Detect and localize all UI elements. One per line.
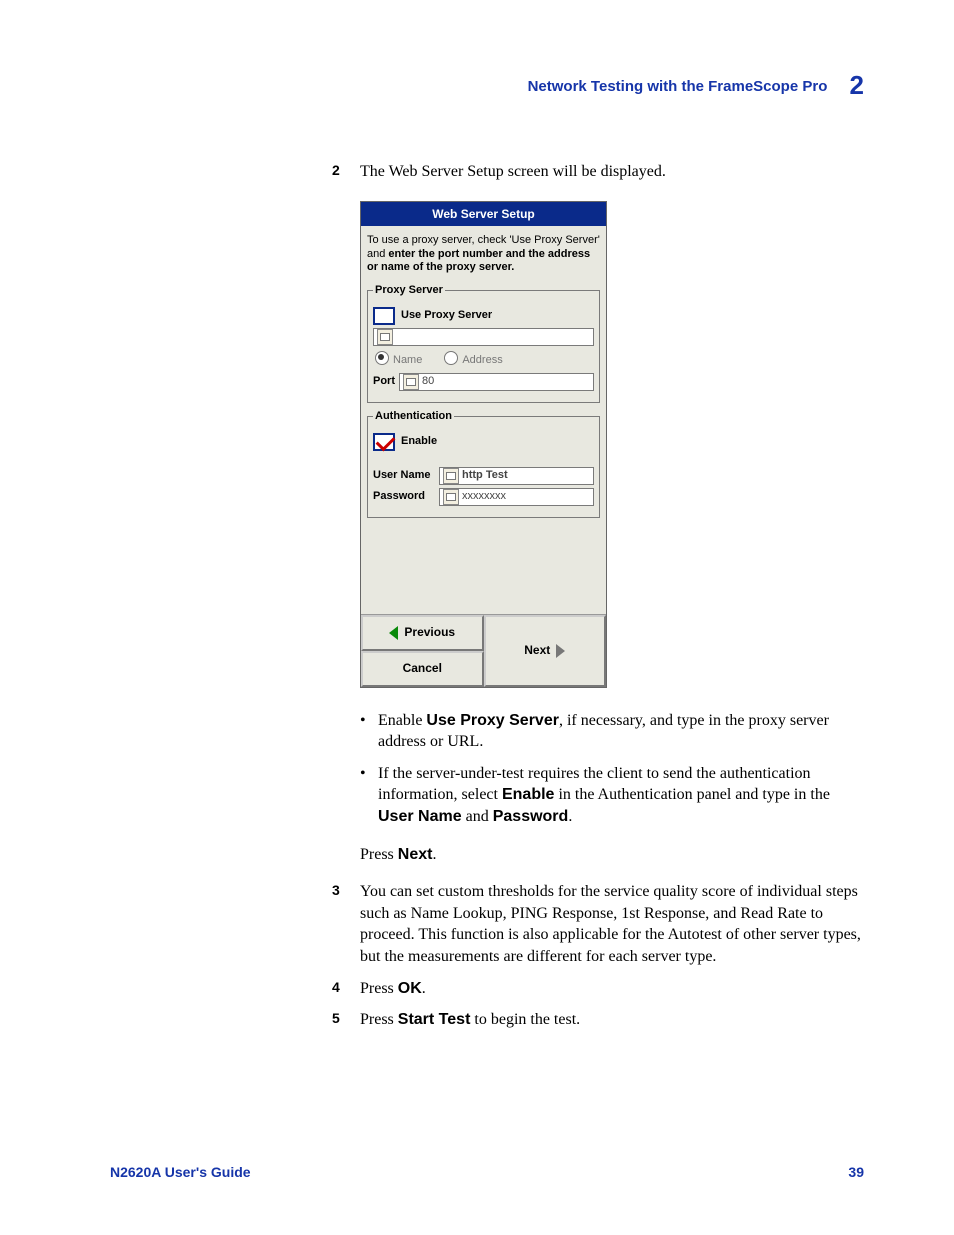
press-next: Press Next. (360, 844, 864, 866)
footer-guide: N2620A User's Guide (110, 1164, 251, 1180)
screen-body: To use a proxy server, check 'Use Proxy … (361, 226, 606, 614)
header-title: Network Testing with the FrameScope Pro (528, 78, 828, 95)
authentication-group: Authentication Enable User Name http Tes… (367, 409, 600, 518)
name-radio-option[interactable]: Name (375, 351, 422, 368)
cancel-button[interactable]: Cancel (361, 651, 484, 687)
port-input[interactable]: 80 (399, 373, 594, 391)
step-3-num: 3 (332, 881, 340, 900)
step-5: 5 Press Start Test to begin the test. (360, 1009, 864, 1031)
page-header: Network Testing with the FrameScope Pro … (110, 70, 864, 101)
arrow-right-icon (556, 644, 565, 658)
step-3: 3 You can set custom thresholds for the … (360, 881, 864, 967)
keyboard-icon (443, 489, 459, 505)
username-input[interactable]: http Test (439, 467, 594, 485)
web-server-setup-screen: Web Server Setup To use a proxy server, … (360, 201, 607, 688)
instruction-text: To use a proxy server, check 'Use Proxy … (367, 234, 600, 275)
username-label: User Name (373, 468, 435, 483)
bullet-2: If the server-under-test requires the cl… (360, 763, 864, 828)
bullet-list: Enable Use Proxy Server, if necessary, a… (360, 710, 864, 828)
step-2-text: The Web Server Setup screen will be disp… (360, 163, 666, 180)
keyboard-icon (377, 329, 393, 345)
step-4-num: 4 (332, 978, 340, 997)
embedded-screenshot: Web Server Setup To use a proxy server, … (360, 201, 864, 688)
use-proxy-checkbox[interactable] (373, 307, 395, 325)
proxy-legend: Proxy Server (373, 283, 445, 298)
arrow-left-icon (389, 626, 398, 640)
keyboard-icon (403, 374, 419, 390)
screen-title: Web Server Setup (361, 202, 606, 226)
step-2-num: 2 (332, 161, 340, 180)
page: Network Testing with the FrameScope Pro … (0, 0, 954, 1235)
proxy-server-group: Proxy Server Use Proxy Server Name Addre… (367, 283, 600, 403)
footer-page: 39 (848, 1164, 864, 1180)
password-input[interactable]: xxxxxxxx (439, 488, 594, 506)
address-radio-option[interactable]: Address (444, 351, 502, 368)
password-label: Password (373, 489, 435, 504)
page-footer: N2620A User's Guide 39 (110, 1164, 864, 1180)
keyboard-icon (443, 468, 459, 484)
radio-icon (444, 351, 458, 365)
chapter-number: 2 (850, 70, 864, 100)
port-label: Port (373, 374, 395, 389)
enable-label: Enable (401, 434, 437, 449)
step-5-num: 5 (332, 1009, 340, 1028)
step-3-text: You can set custom thresholds for the se… (360, 883, 861, 965)
radio-icon (375, 351, 389, 365)
proxy-address-input[interactable] (373, 328, 594, 346)
enable-auth-checkbox[interactable] (373, 433, 395, 451)
previous-button[interactable]: Previous (361, 615, 484, 651)
auth-legend: Authentication (373, 409, 454, 424)
bullet-1: Enable Use Proxy Server, if necessary, a… (360, 710, 864, 753)
use-proxy-label: Use Proxy Server (401, 308, 492, 323)
step-2: 2 The Web Server Setup screen will be di… (360, 161, 864, 183)
next-button[interactable]: Next (484, 615, 607, 687)
content: 2 The Web Server Setup screen will be di… (360, 161, 864, 1031)
step-4: 4 Press OK. (360, 978, 864, 1000)
button-area: Previous Next Cancel (361, 614, 606, 687)
